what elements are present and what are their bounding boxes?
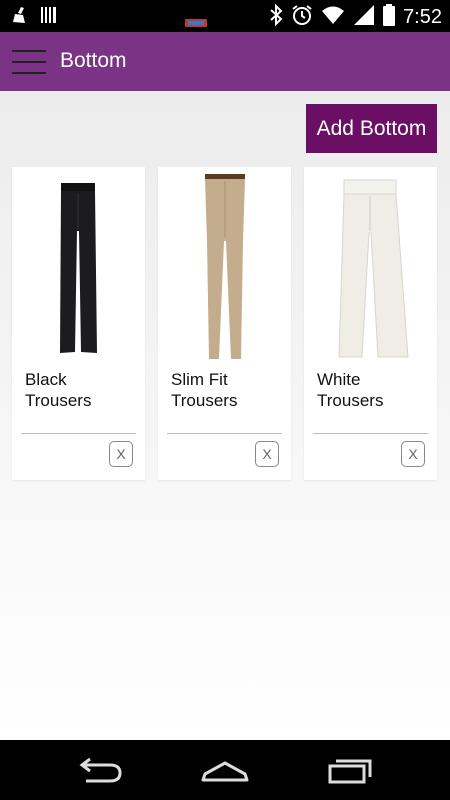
add-bottom-button[interactable]: Add Bottom xyxy=(306,104,437,153)
page-title: Bottom xyxy=(60,49,127,72)
item-name: Black Trousers xyxy=(25,370,92,410)
battery-indicator-icon xyxy=(185,14,207,32)
divider xyxy=(21,433,136,434)
slim-fit-trousers-image xyxy=(205,174,245,359)
divider xyxy=(167,433,282,434)
recent-apps-icon[interactable] xyxy=(322,752,382,788)
item-card-black-trousers[interactable]: Black Trousers X xyxy=(12,167,145,480)
wifi-icon xyxy=(321,5,345,30)
white-trousers-image xyxy=(338,179,409,358)
black-trousers-image xyxy=(60,183,97,353)
item-card-white-trousers[interactable]: White Trousers X xyxy=(304,167,437,480)
app-bar: Bottom xyxy=(0,32,450,91)
back-icon[interactable] xyxy=(70,752,130,788)
barcode-icon xyxy=(40,6,58,29)
battery-icon xyxy=(383,4,396,31)
item-name: Slim Fit Trousers xyxy=(171,370,238,410)
status-left-icons xyxy=(12,6,58,29)
divider xyxy=(313,433,428,434)
status-bar: 7:52 xyxy=(0,0,450,32)
main-content: Add Bottom Black Trousers X Slim Fit Tro… xyxy=(0,91,450,740)
hamburger-menu-icon[interactable] xyxy=(12,48,46,76)
status-right-icons: 7:52 xyxy=(269,3,442,32)
home-icon[interactable] xyxy=(195,752,255,788)
remove-button[interactable]: X xyxy=(255,441,279,467)
status-time: 7:52 xyxy=(403,6,442,28)
navigation-bar xyxy=(0,740,450,800)
remove-button[interactable]: X xyxy=(401,441,425,467)
remove-button[interactable]: X xyxy=(109,441,133,467)
item-card-slim-fit-trousers[interactable]: Slim Fit Trousers X xyxy=(158,167,291,480)
alarm-icon xyxy=(291,4,313,31)
broom-icon xyxy=(12,6,28,29)
signal-icon xyxy=(353,4,375,31)
bluetooth-icon xyxy=(269,3,283,32)
item-name: White Trousers xyxy=(317,370,384,410)
